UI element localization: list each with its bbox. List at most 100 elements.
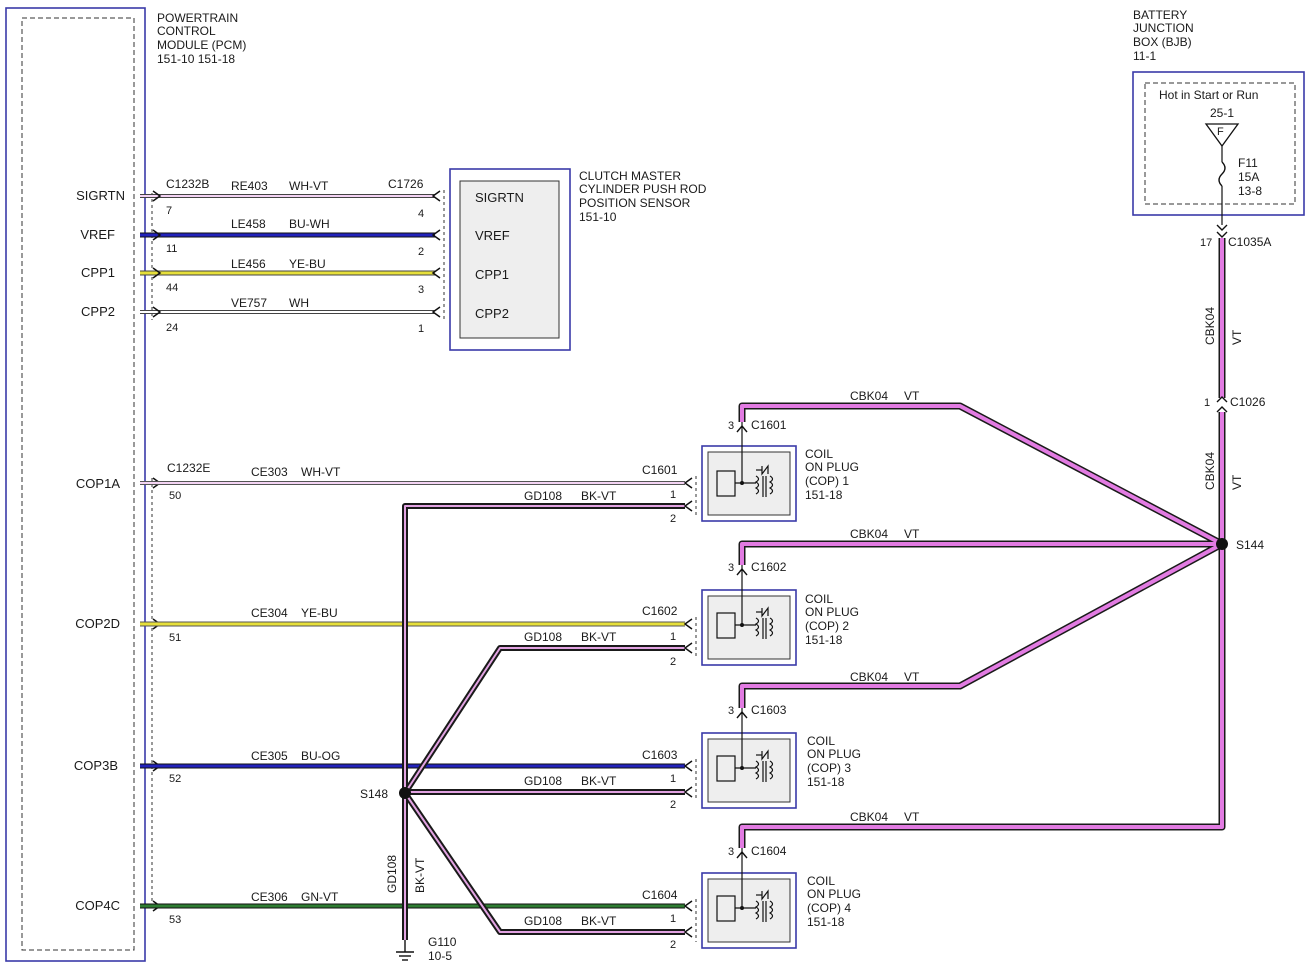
- coil3-title-2: ON PLUG: [807, 747, 861, 761]
- bjb-fuse-ref: 13-8: [1238, 184, 1262, 198]
- c1604-top-label: C1604: [751, 844, 787, 858]
- c1232b-label: C1232B: [166, 177, 209, 191]
- bjb-fuse-rating: 15A: [1238, 170, 1259, 184]
- pcm-title-3: MODULE (PCM): [157, 38, 246, 52]
- c1604-pin1: 1: [670, 913, 676, 925]
- s144-splice: [1216, 538, 1228, 550]
- c1603-top-label: C1603: [751, 703, 787, 717]
- sensor-pin-cpp1: CPP1: [475, 267, 509, 282]
- cbk04-vert2-color: VT: [1230, 474, 1244, 490]
- coil-2: [701, 562, 797, 666]
- coil4-title-3: (COP) 4: [807, 901, 851, 915]
- cbk04-cop3-color: VT: [904, 670, 920, 684]
- coil3-title-3: (COP) 3: [807, 761, 851, 775]
- wire-cbk04-cop4: [740, 544, 1224, 848]
- cpp-wires: [140, 194, 435, 314]
- pcm-title-2: CONTROL: [157, 24, 216, 38]
- c1602-pin2: 2: [670, 656, 676, 668]
- gd108-vert-circuit: GD108: [385, 855, 399, 893]
- s148-splice: [399, 787, 411, 799]
- ce304-color: YE-BU: [301, 606, 338, 620]
- cbk04-cop4-color: VT: [904, 810, 920, 824]
- c1232e-label: C1232E: [167, 461, 210, 475]
- pcm-pin-vref: VREF: [80, 227, 115, 242]
- g110-label: G110: [428, 935, 457, 949]
- c1602-pin3: 3: [728, 562, 734, 574]
- ve757-pcm-pin: 24: [166, 322, 178, 334]
- c1603-pin3: 3: [728, 705, 734, 717]
- ce305-color: BU-OG: [301, 749, 340, 763]
- bjb-fuse-letter: F: [1217, 126, 1224, 138]
- c1035a-connector-icon: [1216, 224, 1228, 238]
- ce305-circuit: CE305: [251, 749, 288, 763]
- pcm-pin-cop1a: COP1A: [76, 476, 120, 491]
- gd108-cop4-color: BK-VT: [581, 914, 617, 928]
- cbk04-cop2-circuit: CBK04: [850, 527, 888, 541]
- le456-color: YE-BU: [289, 257, 326, 271]
- c1601-label: C1601: [642, 463, 678, 477]
- gd108-cop3-color: BK-VT: [581, 774, 617, 788]
- ce306-circuit: CE306: [251, 890, 288, 904]
- c1726-label: C1726: [388, 177, 424, 191]
- cpp-title-1: CLUTCH MASTER: [579, 169, 681, 183]
- coil3-title-1: COIL: [807, 734, 835, 748]
- c1602-top-label: C1602: [751, 560, 787, 574]
- g110-ref: 10-5: [428, 949, 452, 963]
- coil-1: [701, 422, 797, 522]
- ground-symbol-icon: [396, 940, 414, 961]
- gd108-cop2-circuit: GD108: [524, 630, 562, 644]
- ce303-pcm-pin: 50: [169, 490, 181, 502]
- gd108-cop2-color: BK-VT: [581, 630, 617, 644]
- le458-color: BU-WH: [289, 217, 330, 231]
- gd108-cop1-circuit: GD108: [524, 489, 562, 503]
- gd108-cop3-circuit: GD108: [524, 774, 562, 788]
- c1603-pin2: 2: [670, 799, 676, 811]
- pcm-pin-sigrtn: SIGRTN: [76, 188, 125, 203]
- le456-pcm-pin: 44: [166, 282, 178, 294]
- ground-wires: [402, 503, 685, 940]
- coil2-title-1: COIL: [805, 592, 833, 606]
- cpp-title-2: CYLINDER PUSH ROD: [579, 182, 707, 196]
- cbk04-cop3-circuit: CBK04: [850, 670, 888, 684]
- re403-sensor-pin: 4: [418, 208, 424, 220]
- re403-color: WH-VT: [289, 179, 329, 193]
- coil2-title-2: ON PLUG: [805, 605, 859, 619]
- fuse-icon: [1218, 161, 1226, 187]
- ce304-circuit: CE304: [251, 606, 288, 620]
- c1603-pin1: 1: [670, 773, 676, 785]
- ce305-pcm-pin: 52: [169, 773, 181, 785]
- c1026-pin: 1: [1204, 397, 1210, 409]
- c1601-pin1: 1: [670, 489, 676, 501]
- s144-label: S144: [1236, 538, 1264, 552]
- pcm-title-1: POWERTRAIN: [157, 11, 238, 25]
- bjb-fuse-name: F11: [1238, 156, 1258, 170]
- pcm-pin-cpp2: CPP2: [81, 304, 115, 319]
- gd108-vert-color: BK-VT: [413, 857, 427, 893]
- c1602-pin1: 1: [670, 631, 676, 643]
- ve757-circuit: VE757: [231, 296, 267, 310]
- cbk04-cop1-circuit: CBK04: [850, 389, 888, 403]
- re403-pcm-pin: 7: [166, 205, 172, 217]
- ce303-circuit: CE303: [251, 465, 288, 479]
- ve757-sensor-pin: 1: [418, 323, 424, 335]
- cpp-title-3: POSITION SENSOR: [579, 196, 691, 210]
- pcm-pin-cop3b: COP3B: [74, 758, 118, 773]
- coil4-title-2: ON PLUG: [807, 887, 861, 901]
- c1603-label: C1603: [642, 748, 678, 762]
- coil2-title-3: (COP) 2: [805, 619, 849, 633]
- ve757-color: WH: [289, 296, 309, 310]
- cbk04-vert1-color: VT: [1230, 329, 1244, 345]
- sensor-pin-vref: VREF: [475, 228, 510, 243]
- coil1-title-3: (COP) 1: [805, 474, 849, 488]
- wire-gd108-cop1: [404, 505, 685, 940]
- c1604-pin3: 3: [728, 846, 734, 858]
- cbk04-cop1-color: VT: [904, 389, 920, 403]
- bjb-title-4: 11-1: [1133, 49, 1156, 63]
- le458-pcm-pin: 11: [166, 243, 177, 255]
- bjb-title-2: JUNCTION: [1133, 21, 1194, 35]
- coil1-title-4: 151-18: [805, 488, 843, 502]
- pcm-pin-cop2d: COP2D: [75, 616, 120, 631]
- c1035a-pin: 17: [1200, 237, 1212, 249]
- sensor-pin-sigrtn: SIGRTN: [475, 190, 524, 205]
- coil1-title-2: ON PLUG: [805, 460, 859, 474]
